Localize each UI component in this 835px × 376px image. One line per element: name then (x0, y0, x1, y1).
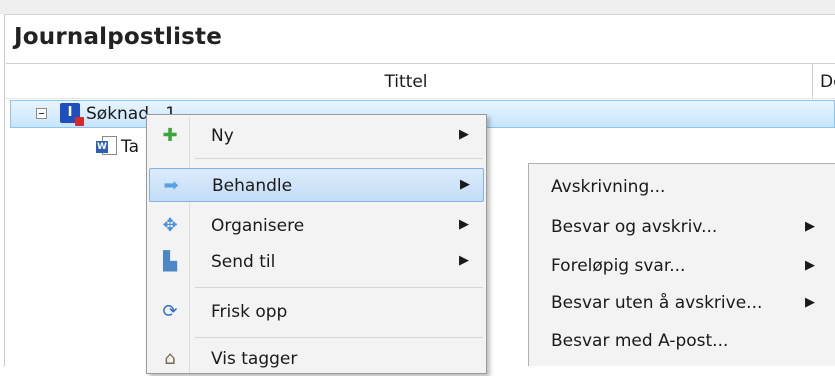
context-menu: ✚ Ny ▶ ➡ Behandle ▶ ✥ Organisere ▶ ▙ Sen… (146, 114, 487, 374)
menu-separator (195, 287, 483, 288)
plus-icon: ✚ (162, 125, 178, 146)
menu-item-label: Organisere (211, 216, 305, 236)
panel-title: Journalpostliste (14, 24, 223, 50)
submenu-item-forelopig-svar[interactable]: Foreløpig svar... ▶ (529, 247, 835, 283)
submenu-item-besvar-med-a-post[interactable]: Besvar med A-post... (529, 322, 835, 358)
menu-item-frisk-opp[interactable]: ⟳ Frisk opp (149, 295, 484, 329)
menu-item-label: Ny (211, 126, 234, 146)
document-badge-icon (75, 117, 84, 126)
send-to-icon: ▙ (163, 251, 177, 272)
column-header-next[interactable]: Dc (820, 72, 835, 92)
refresh-icon: ⟳ (162, 301, 178, 322)
move-icon: ✥ (162, 215, 178, 236)
submenu-item-besvar-uten-avskrive[interactable]: Besvar uten å avskrive... ▶ (529, 284, 835, 320)
submenu-item-label: Besvar og avskriv... (551, 217, 718, 237)
menu-separator (195, 158, 483, 159)
submenu-arrow-icon: ▶ (459, 127, 469, 142)
window-top-strip (0, 0, 835, 14)
word-document-icon: W (96, 136, 118, 156)
menu-item-label: Send til (211, 252, 276, 272)
submenu-item-avskrivning[interactable]: Avskrivning... (529, 168, 835, 204)
menu-item-ny[interactable]: ✚ Ny ▶ (149, 119, 484, 153)
menu-item-send-til[interactable]: ▙ Send til ▶ (149, 245, 484, 279)
column-header-row: Tittel Dc (6, 63, 835, 99)
menu-item-label: Vis tagger (211, 349, 298, 369)
submenu-arrow-icon: ▶ (459, 253, 469, 268)
submenu-arrow-icon: ▶ (805, 295, 815, 310)
menu-item-behandle[interactable]: ➡ Behandle ▶ (149, 168, 484, 202)
submenu-arrow-icon: ▶ (805, 219, 815, 234)
collapse-toggle[interactable] (36, 108, 47, 119)
submenu-arrow-icon: ▶ (805, 258, 815, 273)
menu-item-label: Behandle (212, 176, 293, 196)
submenu-item-besvar-og-avskriv[interactable]: Besvar og avskriv... ▶ (529, 208, 835, 244)
menu-item-organisere[interactable]: ✥ Organisere ▶ (149, 209, 484, 243)
behandle-submenu: Avskrivning... Besvar og avskriv... ▶ Fo… (528, 163, 835, 366)
incoming-document-icon: I (60, 103, 84, 126)
menu-item-vis-tagger[interactable]: ⌂ Vis tagger (149, 342, 484, 376)
tag-icon: ⌂ (164, 348, 176, 369)
submenu-item-label: Foreløpig svar... (551, 256, 686, 276)
submenu-item-label: Besvar uten å avskrive... (551, 293, 763, 313)
child-row-title[interactable]: Ta (121, 137, 139, 157)
document-type-letter: I (67, 105, 73, 120)
arrow-right-icon: ➡ (163, 175, 179, 196)
submenu-item-label: Avskrivning... (551, 177, 666, 197)
menu-separator (195, 337, 483, 338)
submenu-arrow-icon: ▶ (459, 217, 469, 232)
column-header-tittel[interactable]: Tittel (6, 72, 806, 92)
submenu-arrow-icon: ▶ (460, 177, 470, 192)
submenu-item-label: Besvar med A-post... (551, 331, 729, 351)
menu-item-label: Frisk opp (211, 302, 288, 322)
column-separator[interactable] (812, 64, 813, 98)
